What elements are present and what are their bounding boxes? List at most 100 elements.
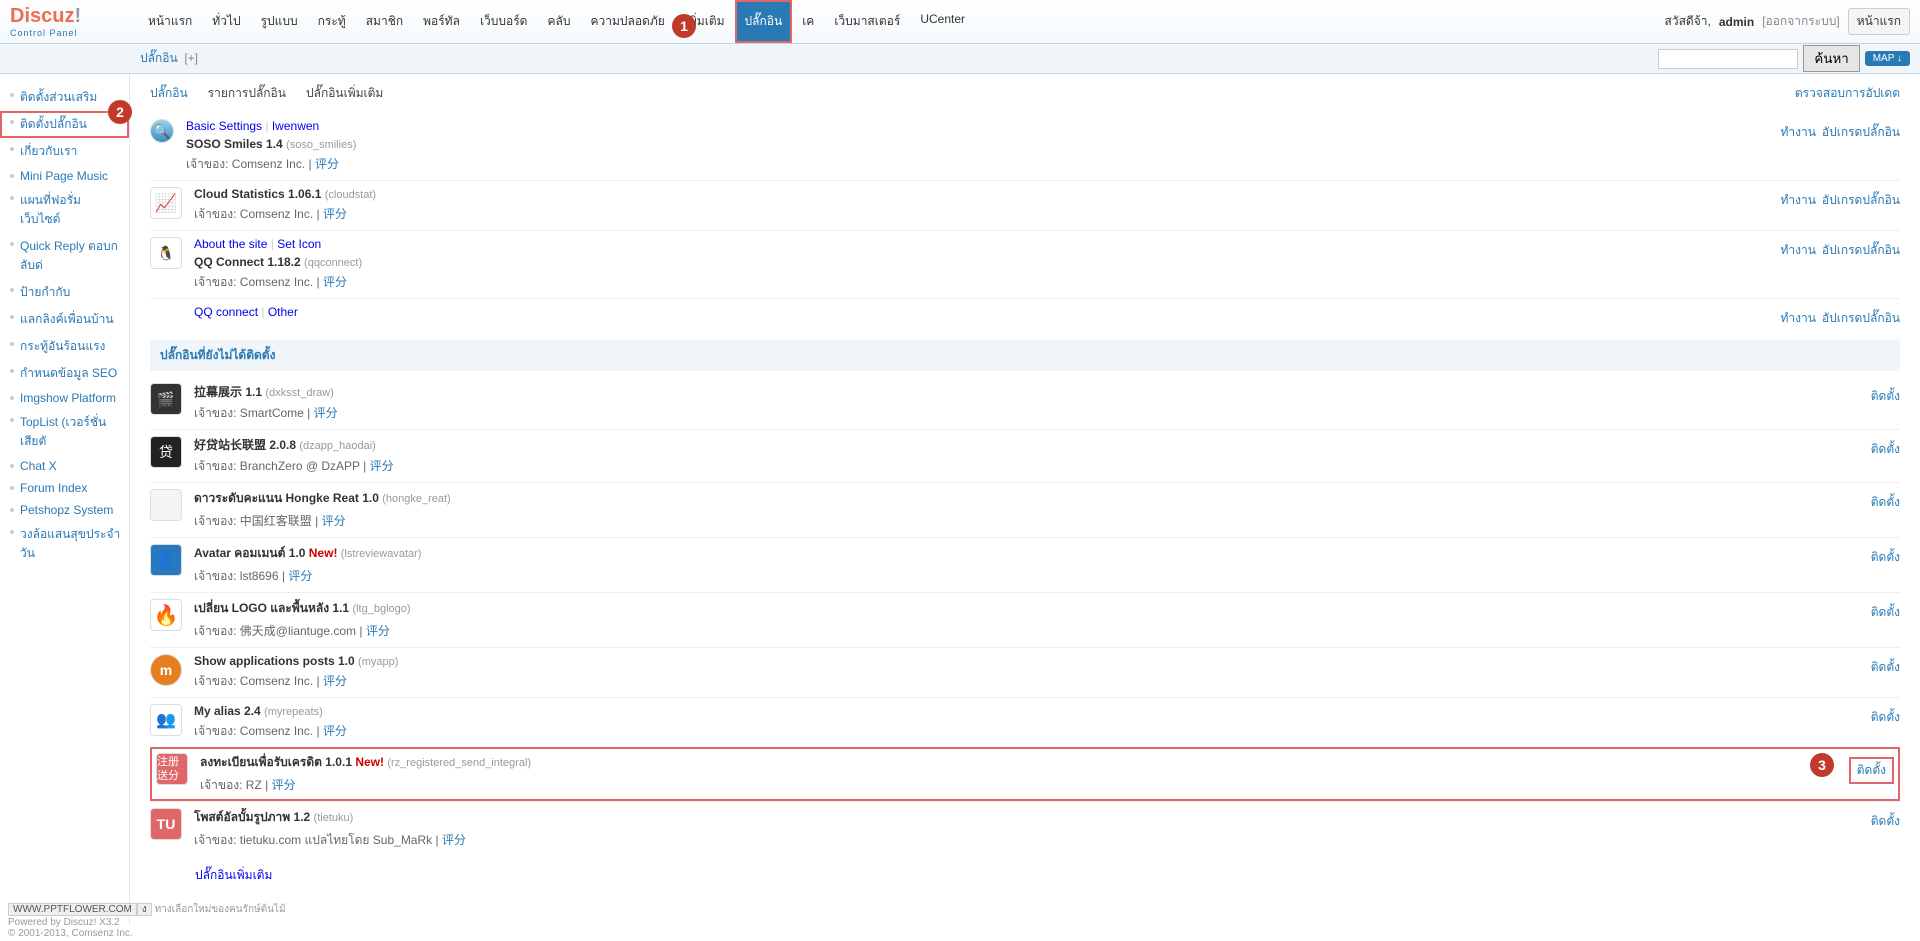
rate-link[interactable]: 评分: [314, 406, 338, 420]
plugin-icon: 🐧: [150, 237, 182, 269]
greeting: สวัสดีจ้า,: [1665, 12, 1711, 31]
content: ปลั๊กอินรายการปลั๊กอินปลั๊กอินเพิ่มเติมต…: [130, 74, 1920, 925]
search-input[interactable]: [1658, 49, 1798, 69]
upgrade-link[interactable]: อัปเกรดปลั๊กอิน: [1822, 125, 1900, 139]
sidebar-item[interactable]: ป้ายกำกับ: [0, 279, 129, 306]
run-link[interactable]: ทำงาน: [1780, 243, 1815, 257]
upgrade-link[interactable]: อัปเกรดปลั๊กอิน: [1822, 243, 1900, 257]
plugin-meta-link[interactable]: Set Icon: [277, 237, 321, 251]
plugin-row: QQ connect | Otherทำงานอัปเกรดปลั๊กอิน: [150, 298, 1900, 334]
footer: WWW.PPTFLOWER.COMง ทางเลือกใหม่ของคนรักษ…: [0, 900, 294, 941]
install-link[interactable]: ติดตั้ง: [1871, 389, 1900, 403]
sidebar-item[interactable]: วงล้อแสนสุขประจำวัน: [0, 521, 129, 567]
topnav-item[interactable]: ปลั๊กอิน: [735, 0, 793, 43]
rate-link[interactable]: 评分: [323, 724, 347, 738]
topnav-item[interactable]: เว็บมาสเตอร์: [824, 0, 910, 43]
topnav-item[interactable]: เค: [792, 0, 824, 43]
tab[interactable]: ปลั๊กอินเพิ่มเติม: [306, 84, 383, 103]
plugin-row: ดาวระดับคะแนน Hongke Reat 1.0 (hongke_re…: [150, 482, 1900, 537]
upgrade-link[interactable]: อัปเกรดปลั๊กอิน: [1822, 311, 1900, 325]
search-button[interactable]: ค้นหา: [1803, 45, 1859, 72]
install-link[interactable]: ติดตั้ง: [1871, 814, 1900, 828]
plugin-icon: 👥: [150, 704, 182, 736]
plugin-icon: TU: [150, 808, 182, 840]
plugin-row: TUโพสต์อัลบั้มรูปภาพ 1.2 (tietuku)เจ้าขอ…: [150, 801, 1900, 856]
home-button[interactable]: หน้าแรก: [1848, 8, 1910, 35]
topnav-item[interactable]: ทั่วไป: [202, 0, 250, 43]
sidebar-item[interactable]: TopList (เวอร์ชั่นเสียตั: [0, 409, 129, 455]
breadcrumb: ปลั๊กอิน [+]: [140, 49, 198, 68]
check-update-link[interactable]: ตรวจสอบการอัปเดต: [1795, 84, 1900, 103]
run-link[interactable]: ทำงาน: [1780, 193, 1815, 207]
tab[interactable]: ปลั๊กอิน: [150, 84, 188, 103]
topnav-item[interactable]: กระทู้: [308, 0, 356, 43]
plugin-row: 贷好贷站长联盟 2.0.8 (dzapp_haodai)เจ้าของ: Bra…: [150, 429, 1900, 482]
install-link[interactable]: ติดตั้ง: [1871, 442, 1900, 456]
rate-link[interactable]: 评分: [442, 833, 466, 847]
map-button[interactable]: MAP ↓: [1865, 51, 1910, 66]
plugin-icon: 注册送分: [156, 753, 188, 785]
plugin-meta-link[interactable]: Iwenwen: [272, 119, 319, 133]
plugin-meta-link[interactable]: Other: [268, 305, 298, 319]
sidebar-item[interactable]: กำหนดข้อมูล SEO: [0, 360, 129, 387]
tab[interactable]: รายการปลั๊กอิน: [208, 84, 286, 103]
topnav-item[interactable]: สมาชิก: [356, 0, 413, 43]
sidebar-item[interactable]: เกี่ยวกับเรา: [0, 138, 129, 165]
sidebar-item[interactable]: Chat X: [0, 455, 129, 477]
logout-link[interactable]: [ออกจากระบบ]: [1762, 12, 1840, 31]
topnav-item[interactable]: รูปแบบ: [251, 0, 308, 43]
install-link[interactable]: ติดตั้ง: [1871, 550, 1900, 564]
rate-link[interactable]: 评分: [322, 514, 346, 528]
topnav-item[interactable]: เว็บบอร์ด: [470, 0, 538, 43]
sidebar-item[interactable]: Forum Index: [0, 477, 129, 499]
install-link[interactable]: ติดตั้ง: [1871, 660, 1900, 674]
section-header: ปลั๊กอินที่ยังไม่ได้ติดตั้ง: [150, 340, 1900, 371]
plugin-icon: [150, 489, 182, 521]
plugin-row: 🔥เปลี่ยน LOGO และพื้นหลัง 1.1 (ltg_bglog…: [150, 592, 1900, 647]
plugin-row: 👥My alias 2.4 (myrepeats)เจ้าของ: Comsen…: [150, 697, 1900, 747]
sidebar-item[interactable]: Petshopz System: [0, 499, 129, 521]
plugin-icon: m: [150, 654, 182, 686]
sidebar-item[interactable]: Quick Reply ตอบกลับด่: [0, 233, 129, 279]
plugin-row: 🐧About the site | Set IconQQ Connect 1.1…: [150, 230, 1900, 298]
topnav-item[interactable]: ความปลอดภัย: [580, 0, 674, 43]
sidebar: ติดตั้งส่วนเสริมติดตั้งปลั๊กอินเกี่ยวกับ…: [0, 74, 130, 925]
rate-link[interactable]: 评分: [323, 207, 347, 221]
rate-link[interactable]: 评分: [366, 624, 390, 638]
rate-link[interactable]: 评分: [323, 674, 347, 688]
topnav-item[interactable]: หน้าแรก: [138, 0, 202, 43]
plugin-meta-link[interactable]: Basic Settings: [186, 119, 262, 133]
plugin-icon: 👤: [150, 544, 182, 576]
plugin-meta-link[interactable]: QQ connect: [194, 305, 258, 319]
rate-link[interactable]: 评分: [272, 778, 296, 792]
rate-link[interactable]: 评分: [288, 569, 312, 583]
plugin-icon: 📈: [150, 187, 182, 219]
sidebar-item[interactable]: กระทู้อันร้อนแรง: [0, 333, 129, 360]
plugin-row: 📈Cloud Statistics 1.06.1 (cloudstat)เจ้า…: [150, 180, 1900, 230]
install-link[interactable]: ติดตั้ง: [1871, 495, 1900, 509]
plugin-icon: 🎬: [150, 383, 182, 415]
rate-link[interactable]: 评分: [323, 275, 347, 289]
sidebar-item[interactable]: Imgshow Platform: [0, 387, 129, 409]
plugin-icon: 贷: [150, 436, 182, 468]
plugin-row: 🔍Basic Settings | IwenwenSOSO Smiles 1.4…: [150, 113, 1900, 180]
sidebar-item[interactable]: แลกลิงค์เพื่อนบ้าน: [0, 306, 129, 333]
upgrade-link[interactable]: อัปเกรดปลั๊กอิน: [1822, 193, 1900, 207]
plugin-row: 👤Avatar คอมเมนต์ 1.0 New! (lstreviewavat…: [150, 537, 1900, 592]
sidebar-item[interactable]: Mini Page Music: [0, 165, 129, 187]
plugin-meta-link[interactable]: About the site: [194, 237, 267, 251]
plugin-icon: 🔍: [150, 119, 174, 143]
run-link[interactable]: ทำงาน: [1780, 311, 1815, 325]
topnav-item[interactable]: พอร์ทัล: [413, 0, 470, 43]
topnav-item[interactable]: UCenter: [910, 0, 975, 43]
topnav-item[interactable]: คลับ: [537, 0, 580, 43]
install-link[interactable]: ติดตั้ง: [1871, 605, 1900, 619]
install-link[interactable]: ติดตั้ง: [1849, 757, 1894, 784]
sidebar-item[interactable]: แผนที่ฟอรั่มเว็บไซต์: [0, 187, 129, 233]
username: admin: [1719, 15, 1754, 29]
rate-link[interactable]: 评分: [315, 157, 339, 171]
more-plugins-link[interactable]: ปลั๊กอินเพิ่มเติม: [195, 868, 272, 882]
run-link[interactable]: ทำงาน: [1780, 125, 1815, 139]
rate-link[interactable]: 评分: [370, 459, 394, 473]
install-link[interactable]: ติดตั้ง: [1871, 710, 1900, 724]
